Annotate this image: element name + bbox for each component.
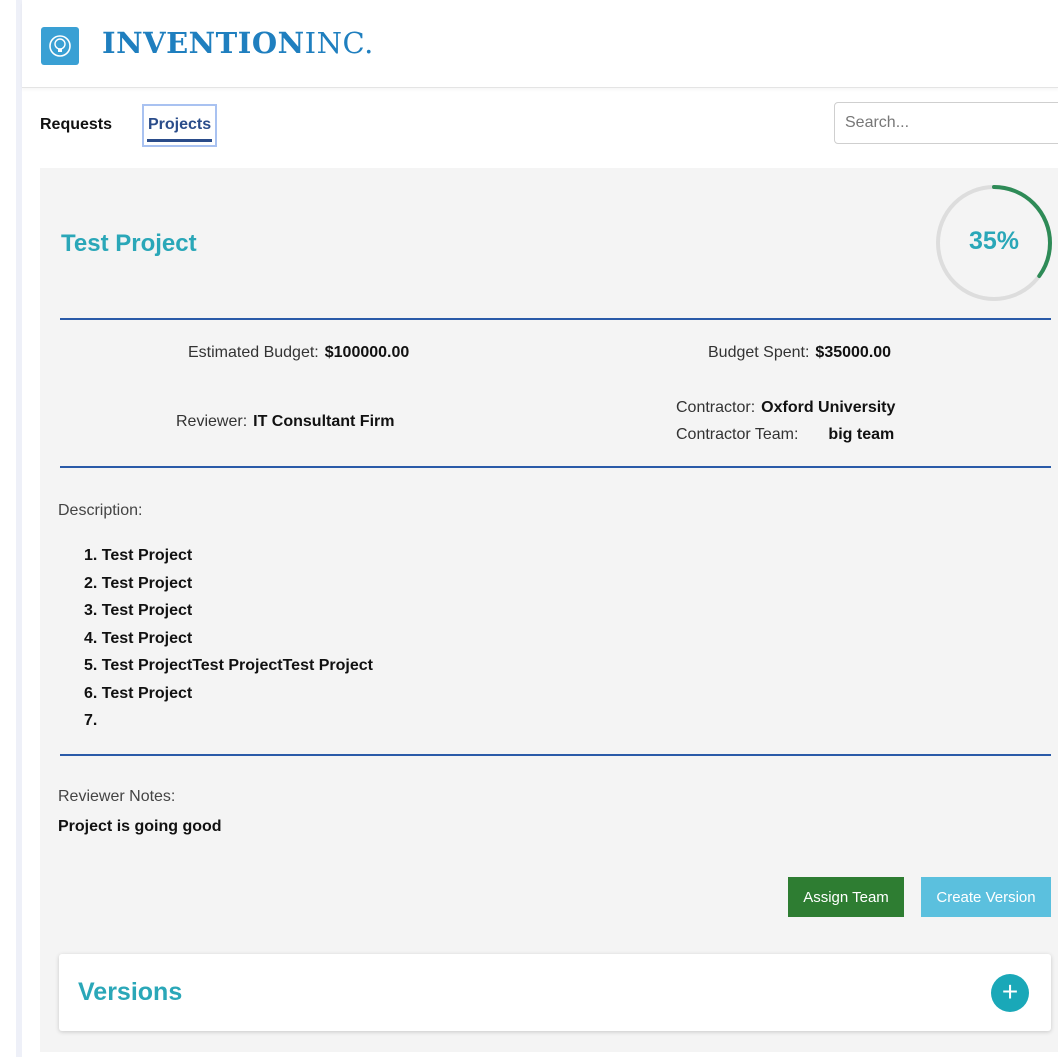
estimated-budget-value: $100000.00 [324,344,410,361]
active-tab-underline [147,139,213,142]
description-label: Description: [58,502,143,519]
contractor-team-value: big team [828,426,895,443]
estimated-budget: Estimated Budget: $100000.00 [188,344,409,362]
reviewer-notes-value: Project is going good [58,818,222,835]
divider [60,318,1051,320]
estimated-budget-label: Estimated Budget: [188,344,319,361]
brand-logo[interactable]: INVENTIONINC. [102,26,374,60]
top-header: INVENTIONINC. [22,0,1058,88]
tab-projects[interactable]: Projects [142,104,218,147]
lightbulb-brain-icon[interactable] [41,27,79,65]
list-item: 4. Test Project [84,629,193,647]
reviewer-notes-label: Reviewer Notes: [58,788,176,805]
project-title: Test Project [61,230,197,257]
contractor-team: Contractor Team: big team [676,426,894,444]
progress-percent: 35% [968,227,1020,255]
contractor: Contractor: Oxford University [676,399,895,417]
tab-requests[interactable]: Requests [40,116,112,134]
versions-panel[interactable]: Versions + [59,954,1051,1031]
brand-name-suffix: INC. [304,26,374,60]
project-card: Test Project 35% Estimated Budget: $10000… [40,168,1058,1052]
contractor-label: Contractor: [676,399,756,416]
plus-icon[interactable]: + [991,974,1029,1012]
list-item: 5. Test ProjectTest ProjectTest Project [84,657,373,674]
budget-spent-value: $35000.00 [815,344,892,361]
reviewer-value: IT Consultant Firm [253,413,395,430]
list-item: 7. [84,712,98,729]
contractor-value: Oxford University [761,399,896,416]
list-item: 6. Test Project [84,684,193,702]
assign-team-button[interactable]: Assign Team [788,877,904,917]
divider [60,466,1051,468]
reviewer: Reviewer: IT Consultant Firm [176,413,394,431]
create-version-button[interactable]: Create Version [921,877,1051,917]
search-input[interactable] [834,102,1058,144]
divider [60,754,1051,756]
description-list: 1. Test Project 2. Test Project 3. Test … [84,546,373,739]
contractor-team-label: Contractor Team: [676,426,799,443]
list-item: 1. Test Project [84,547,193,564]
left-edge-strip [0,0,22,1057]
list-item: 3. Test Project [84,602,193,619]
versions-title: Versions [78,978,183,1006]
list-item: 2. Test Project [84,574,193,592]
reviewer-label: Reviewer: [176,413,248,430]
budget-spent: Budget Spent: $35000.00 [708,344,891,362]
tab-projects-label: Projects [148,116,212,133]
brand-name-bold: INVENTION [102,26,305,60]
budget-spent-label: Budget Spent: [708,344,810,361]
